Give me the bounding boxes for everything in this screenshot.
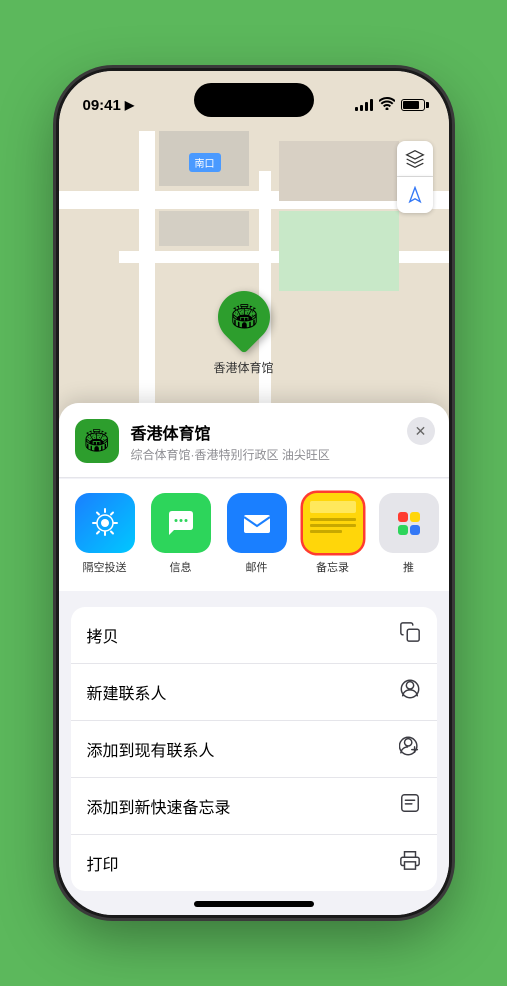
venue-header: 🏟 香港体育馆 综合体育馆·香港特别行政区 油尖旺区 ✕ <box>59 403 449 478</box>
new-contact-icon <box>399 678 421 706</box>
status-icons <box>355 97 425 113</box>
venue-name: 香港体育馆 <box>131 420 433 444</box>
airdrop-label: 隔空投送 <box>83 559 127 575</box>
action-print[interactable]: 打印 <box>71 835 437 891</box>
copy-icon <box>399 621 421 649</box>
mail-label: 邮件 <box>246 559 268 575</box>
add-existing-label: 添加到现有联系人 <box>87 737 215 761</box>
action-add-existing[interactable]: 添加到现有联系人 <box>71 721 437 778</box>
dynamic-island <box>194 83 314 117</box>
action-add-note[interactable]: 添加到新快速备忘录 <box>71 778 437 835</box>
map-layers-button[interactable] <box>397 141 433 177</box>
airdrop-icon <box>88 506 122 540</box>
share-item-messages[interactable]: 信息 <box>147 493 215 575</box>
home-bar <box>194 901 314 907</box>
new-contact-label: 新建联系人 <box>87 680 167 704</box>
share-item-notes[interactable]: 备忘录 <box>299 493 367 575</box>
print-label: 打印 <box>87 851 119 875</box>
more-icon-wrap <box>379 493 439 553</box>
print-icon <box>399 849 421 877</box>
copy-label: 拷贝 <box>87 623 119 647</box>
map-controls <box>397 141 433 213</box>
notes-label: 备忘录 <box>316 559 349 575</box>
venue-description: 综合体育馆·香港特别行政区 油尖旺区 <box>131 446 433 463</box>
phone-frame: 09:41 ▶ <box>59 71 449 915</box>
action-new-contact[interactable]: 新建联系人 <box>71 664 437 721</box>
location-icon: ▶ <box>125 98 134 112</box>
location-button[interactable] <box>397 177 433 213</box>
action-copy[interactable]: 拷贝 <box>71 607 437 664</box>
more-label: 推 <box>403 559 414 575</box>
marker-label: 香港体育馆 <box>214 359 274 376</box>
share-item-more[interactable]: 推 <box>375 493 443 575</box>
signal-icon <box>355 99 373 111</box>
venue-icon: 🏟 <box>75 419 119 463</box>
share-row: 隔空投送 信息 <box>59 479 449 591</box>
share-item-mail[interactable]: 邮件 <box>223 493 291 575</box>
action-list: 拷贝 新建联系人 <box>71 607 437 891</box>
venue-info: 香港体育馆 综合体育馆·香港特别行政区 油尖旺区 <box>131 420 433 463</box>
wifi-icon <box>379 97 395 113</box>
messages-label: 信息 <box>170 559 192 575</box>
map-label: 南口 <box>189 153 221 172</box>
bottom-sheet: 🏟 香港体育馆 综合体育馆·香港特别行政区 油尖旺区 ✕ <box>59 403 449 915</box>
add-existing-icon <box>399 735 421 763</box>
add-note-icon <box>399 792 421 820</box>
messages-icon-wrap <box>151 493 211 553</box>
battery-icon <box>401 99 425 111</box>
stadium-marker[interactable]: 🏟 香港体育馆 <box>214 291 274 376</box>
airdrop-icon-wrap <box>75 493 135 553</box>
share-item-airdrop[interactable]: 隔空投送 <box>71 493 139 575</box>
close-button[interactable]: ✕ <box>407 417 435 445</box>
messages-icon <box>164 506 198 540</box>
mail-icon-wrap <box>227 493 287 553</box>
mail-icon <box>240 506 274 540</box>
notes-icon-wrap <box>303 493 363 553</box>
clock: 09:41 <box>83 97 121 114</box>
add-note-label: 添加到新快速备忘录 <box>87 794 231 818</box>
status-time: 09:41 ▶ <box>83 97 135 114</box>
